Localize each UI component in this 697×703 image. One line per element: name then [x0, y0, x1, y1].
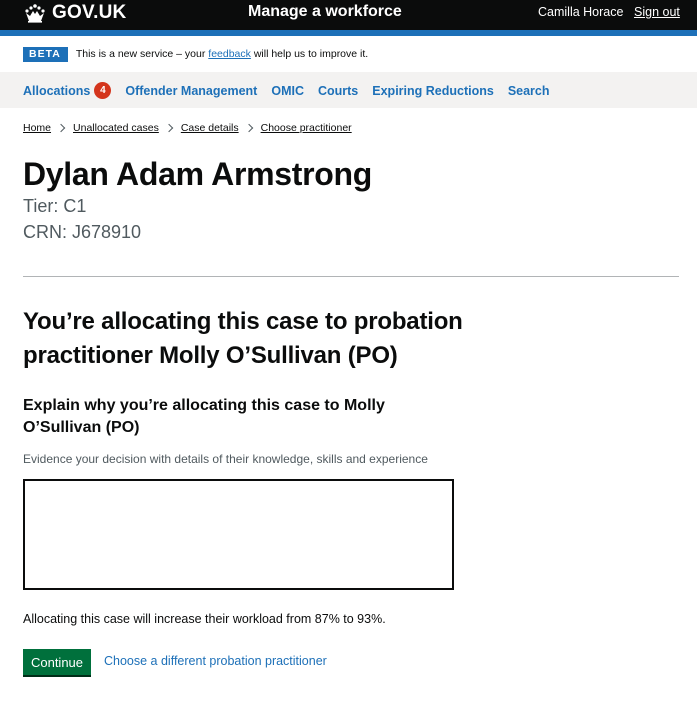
- allocations-count-badge: 4: [94, 82, 112, 99]
- logo-text: GOV.UK: [52, 2, 127, 23]
- sign-out-link[interactable]: Sign out: [634, 5, 680, 19]
- person-crn: CRN: J678910: [23, 222, 142, 242]
- phase-banner-text: This is a new service – your feedback wi…: [75, 48, 369, 60]
- workload-text: Allocating this case will increase their…: [23, 612, 386, 626]
- beta-tag: BETA: [23, 46, 68, 62]
- reason-label: Explain why you’re allocating this case …: [23, 397, 385, 436]
- govuk-logo[interactable]: GOV.UK: [23, 2, 126, 24]
- header-stripe: [0, 30, 697, 36]
- chevron-right-icon: [244, 123, 253, 133]
- breadcrumb-home[interactable]: Home: [23, 122, 51, 134]
- allocation-heading: You’re allocating this case to probation…: [23, 308, 463, 369]
- chevron-right-icon: [56, 123, 66, 133]
- reason-textarea[interactable]: [23, 479, 454, 590]
- nav-item-omic[interactable]: OMIC: [271, 84, 304, 98]
- person-tier: Tier: C1: [23, 196, 87, 216]
- phase-banner: BETA This is a new service – your feedba…: [23, 46, 368, 62]
- person-name: Dylan Adam Armstrong: [23, 156, 373, 192]
- nav-item-expiring-reductions[interactable]: Expiring Reductions: [372, 84, 494, 98]
- nav-item-courts[interactable]: Courts: [318, 84, 358, 98]
- feedback-link[interactable]: feedback: [208, 48, 251, 60]
- nav-item-offender-management[interactable]: Offender Management: [125, 84, 257, 98]
- chevron-right-icon: [164, 123, 174, 133]
- breadcrumb: Home Unallocated cases Case details Choo…: [23, 122, 352, 134]
- user-name: Camilla Horace: [538, 5, 624, 19]
- nav-item-search[interactable]: Search: [508, 84, 550, 98]
- reason-hint: Evidence your decision with details of t…: [23, 452, 428, 466]
- choose-different-practitioner-link[interactable]: Choose a different probation practitione…: [104, 654, 327, 668]
- crown-icon: [25, 4, 45, 23]
- section-divider: [23, 276, 679, 277]
- site-header: GOV.UK Manage a workforce Camilla Horace…: [0, 0, 697, 30]
- nav-item-allocations[interactable]: Allocations 4: [23, 82, 112, 99]
- breadcrumb-unallocated-cases[interactable]: Unallocated cases: [73, 122, 159, 134]
- breadcrumb-case-details[interactable]: Case details: [181, 122, 239, 134]
- primary-navigation: Allocations 4 Offender Management OMIC Co…: [0, 72, 697, 108]
- service-name[interactable]: Manage a workforce: [248, 3, 402, 21]
- breadcrumb-choose-practitioner[interactable]: Choose practitioner: [261, 122, 352, 134]
- continue-button[interactable]: Continue: [23, 649, 91, 675]
